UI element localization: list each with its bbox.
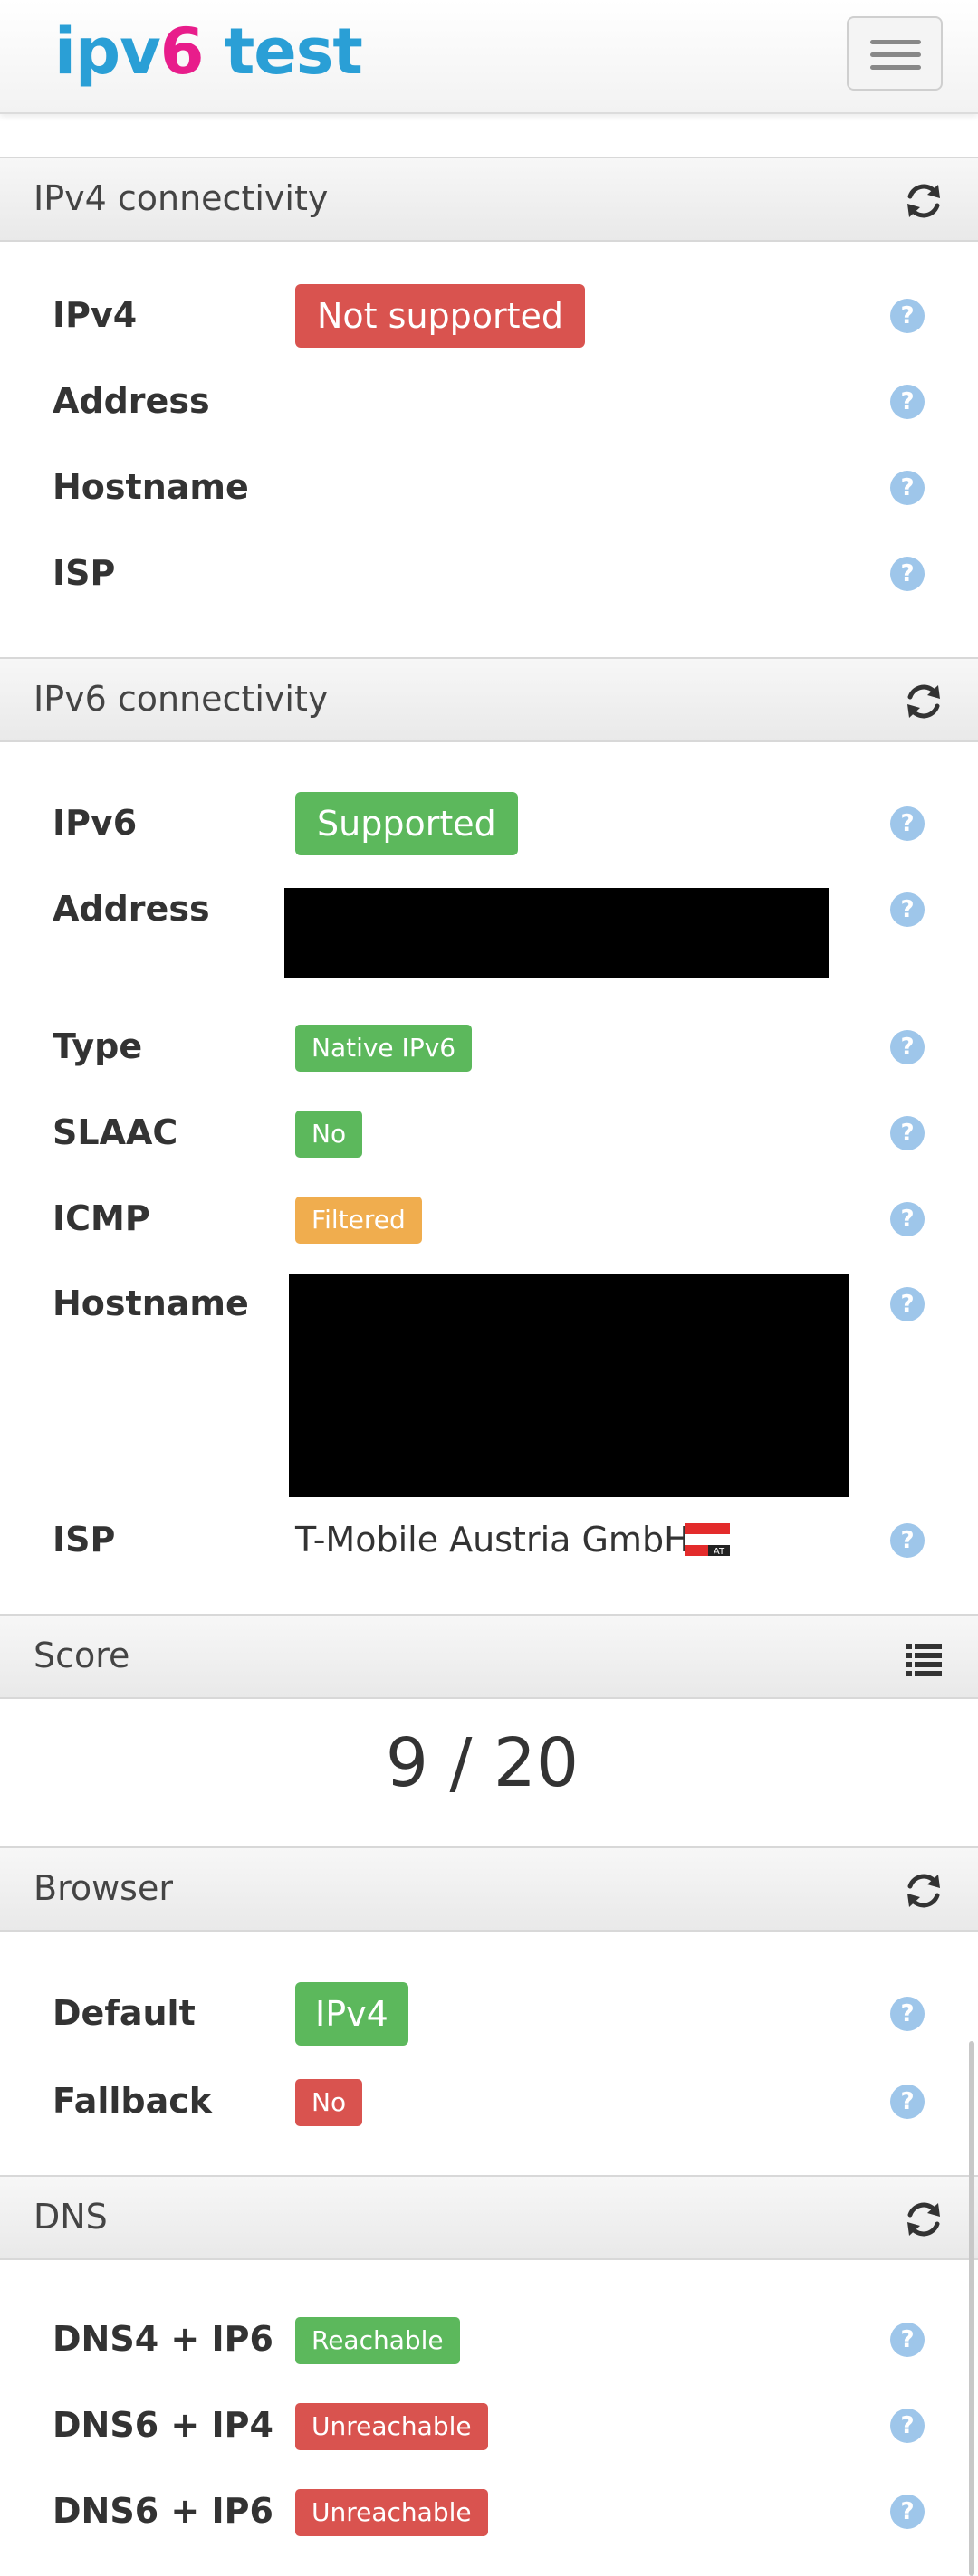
help-icon[interactable]: ?	[890, 385, 925, 419]
dns6-ip6-row: DNS6 + IP6 Unreachable ?	[0, 2489, 978, 2558]
row-label: DNS4 + IP6	[53, 2319, 273, 2359]
help-icon[interactable]: ?	[890, 1202, 925, 1236]
brand-six: 6	[159, 14, 205, 89]
brand-logo[interactable]: ipv6 test	[54, 11, 363, 92]
help-icon[interactable]: ?	[890, 2495, 925, 2529]
help-icon[interactable]: ?	[890, 2323, 925, 2357]
ipv6-hostname-row: Hostname ?	[0, 1273, 978, 1508]
help-icon[interactable]: ?	[890, 299, 925, 333]
dns6-ip4-row: DNS6 + IP4 Unreachable ?	[0, 2403, 978, 2472]
redacted-hostname	[289, 1274, 849, 1497]
ipv4-address-row: Address ?	[0, 370, 978, 452]
default-protocol-badge: IPv4	[295, 1982, 408, 2046]
type-badge: Native IPv6	[295, 1025, 473, 1072]
ipv4-hostname-row: Hostname ?	[0, 456, 978, 538]
icmp-badge: Filtered	[295, 1197, 422, 1244]
dns4-ip6-row: DNS4 + IP6 Reachable ?	[0, 2317, 978, 2386]
browser-fallback-row: Fallback No ?	[0, 2079, 978, 2148]
browser-panel: Browser Default IPv4 ? Fallback No ?	[0, 1846, 978, 2172]
help-icon[interactable]: ?	[890, 1997, 925, 2031]
redacted-address	[284, 888, 829, 978]
row-label: Address	[53, 381, 210, 421]
refresh-icon[interactable]	[904, 181, 944, 221]
isp-name: T-Mobile Austria GmbH	[295, 1520, 690, 1560]
slaac-badge: No	[295, 1111, 363, 1158]
help-icon[interactable]: ?	[890, 892, 925, 927]
row-label: ICMP	[53, 1198, 150, 1238]
row-label: Type	[53, 1026, 143, 1066]
reachability-badge: Unreachable	[295, 2403, 488, 2450]
brand-test: test	[203, 14, 363, 89]
row-label: SLAAC	[53, 1112, 178, 1152]
ipv6-type-row: Type Native IPv6 ?	[0, 1025, 978, 1093]
panel-title: Browser	[34, 1868, 173, 1908]
row-label: ISP	[53, 553, 116, 593]
ipv6-icmp-row: ICMP Filtered ?	[0, 1197, 978, 1265]
austria-flag-icon: AT	[685, 1523, 730, 1556]
panel-title: IPv4 connectivity	[34, 178, 329, 218]
row-label: Default	[53, 1993, 196, 2033]
ipv4-panel: IPv4 connectivity IPv4 Not supported ? A…	[0, 157, 978, 654]
row-label: ISP	[53, 1520, 116, 1560]
ipv4-isp-row: ISP ?	[0, 542, 978, 624]
help-icon[interactable]: ?	[890, 2409, 925, 2443]
refresh-icon[interactable]	[904, 682, 944, 721]
ipv6-panel: IPv6 connectivity IPv6 Supported ? Addre…	[0, 657, 978, 1611]
help-icon[interactable]: ?	[890, 1116, 925, 1150]
reachability-badge: Reachable	[295, 2317, 460, 2364]
score-panel: Score 9 / 20	[0, 1614, 978, 1845]
ipv6-slaac-row: SLAAC No ?	[0, 1111, 978, 1179]
panel-title: DNS	[34, 2197, 108, 2237]
panel-header: Browser	[0, 1846, 978, 1932]
help-icon[interactable]: ?	[890, 557, 925, 591]
panel-title: IPv6 connectivity	[34, 679, 329, 719]
hamburger-icon-bar	[870, 65, 921, 70]
refresh-icon[interactable]	[904, 2199, 944, 2239]
row-label: Hostname	[53, 467, 249, 507]
help-icon[interactable]: ?	[890, 2085, 925, 2119]
panel-header: IPv6 connectivity	[0, 657, 978, 742]
help-icon[interactable]: ?	[890, 471, 925, 505]
score-value: 9 / 20	[385, 1724, 580, 1802]
row-label: Hostname	[53, 1283, 249, 1323]
dns-panel: DNS DNS4 + IP6 Reachable ? DNS6 + IP4 Un…	[0, 2175, 978, 2576]
panel-title: Score	[34, 1636, 130, 1675]
reachability-badge: Unreachable	[295, 2489, 488, 2536]
ipv6-address-row: Address ?	[0, 878, 978, 1005]
flag-code: AT	[714, 1547, 725, 1556]
scrollbar[interactable]	[969, 2041, 974, 2576]
help-icon[interactable]: ?	[890, 806, 925, 841]
menu-toggle-button[interactable]	[847, 16, 943, 91]
row-label: DNS6 + IP6	[53, 2491, 273, 2531]
hamburger-icon-bar	[870, 52, 921, 57]
row-label: Fallback	[53, 2081, 213, 2121]
help-icon[interactable]: ?	[890, 1030, 925, 1064]
ipv4-status-badge: Not supported	[295, 284, 586, 348]
navbar: ipv6 test	[0, 0, 978, 114]
ipv4-status-row: IPv4 Not supported ?	[0, 284, 978, 366]
row-label: IPv4	[53, 295, 138, 335]
hamburger-icon	[870, 40, 921, 44]
brand-ipv: ipv	[54, 14, 161, 89]
refresh-icon[interactable]	[904, 1871, 944, 1911]
browser-default-row: Default IPv4 ?	[0, 1982, 978, 2064]
panel-header: IPv4 connectivity	[0, 157, 978, 242]
panel-header: DNS	[0, 2175, 978, 2260]
list-icon[interactable]	[904, 1638, 944, 1678]
ipv6-status-badge: Supported	[295, 792, 518, 855]
fallback-badge: No	[295, 2079, 363, 2126]
row-label: IPv6	[53, 803, 138, 843]
panel-header: Score	[0, 1614, 978, 1699]
help-icon[interactable]: ?	[890, 1287, 925, 1321]
help-icon[interactable]: ?	[890, 1523, 925, 1558]
row-label: Address	[53, 889, 210, 929]
ipv6-status-row: IPv6 Supported ?	[0, 792, 978, 873]
ipv6-isp-row: ISP T-Mobile Austria GmbH AT ?	[0, 1509, 978, 1590]
row-label: DNS6 + IP4	[53, 2405, 273, 2445]
